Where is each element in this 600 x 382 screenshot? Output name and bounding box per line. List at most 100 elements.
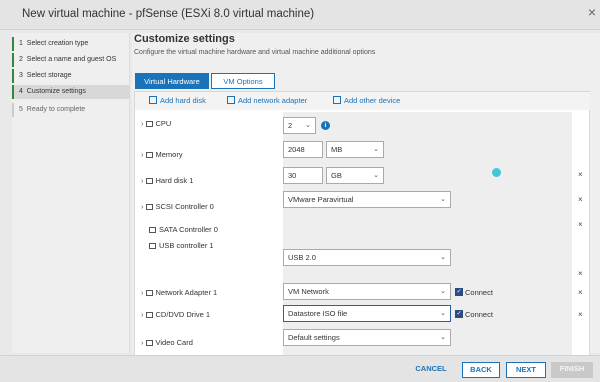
chevron-right-icon: › [141,202,144,211]
network-adapter-icon [227,96,235,104]
page-title: Customize settings [134,33,235,45]
step-label: Customize settings [26,88,86,95]
scsi-row-toggle[interactable]: › SCSI Controller 0 [141,202,214,211]
memory-unit-select[interactable]: MB ⌄ [326,141,384,158]
info-icon[interactable]: i [321,121,330,130]
step-number: 5 [19,106,23,113]
network-connect-checkbox[interactable]: ✓ [455,288,463,296]
monitor-icon [145,340,153,346]
chevron-right-icon: › [141,288,144,297]
step-select-storage[interactable]: 3 Select storage [12,69,130,83]
cpu-label: CPU [155,119,172,128]
cpu-row-toggle[interactable]: › CPU [141,119,171,128]
scsi-type-value: VMware Paravirtual [288,195,354,204]
remove-cddvd-button[interactable]: × [578,310,583,319]
network-connect-label: Connect [465,288,493,297]
step-label: Select a name and guest OS [26,56,117,63]
usb-icon [149,243,156,249]
step-customize-settings[interactable]: 4 Customize settings [12,85,130,99]
wizard-footer: CANCEL BACK NEXT FINISH [0,355,600,382]
scsi-type-select[interactable]: VMware Paravirtual ⌄ [283,191,451,208]
chevron-down-icon: ⌄ [305,122,311,129]
add-other-device-label: Add other device [344,96,401,105]
video-row-toggle[interactable]: › Video Card [141,338,193,347]
video-settings-value: Default settings [288,333,340,342]
sata-label: SATA Controller 0 [159,225,218,234]
cancel-button[interactable]: CANCEL [408,362,454,378]
network-select[interactable]: VM Network ⌄ [283,283,451,300]
title-bar: New virtual machine - pfSense (ESXi 8.0 … [0,0,600,30]
remove-usb-button[interactable]: × [578,269,583,278]
hardware-panel: Add hard disk Add network adapter Add ot… [134,91,590,357]
chevron-down-icon: ⌄ [440,196,446,203]
hard-disk-unit-value: GB [331,171,342,180]
back-button[interactable]: BACK [462,362,500,378]
memory-row-toggle[interactable]: › Memory [141,150,183,159]
device-icon [333,96,341,104]
hard-disk-icon [149,96,157,104]
cddvd-type-value: Datastore ISO file [288,309,348,318]
add-network-adapter-label: Add network adapter [238,96,308,105]
sata-row: SATA Controller 0 [149,225,218,234]
scsi-label: SCSI Controller 0 [155,202,214,211]
step-select-name-guest-os[interactable]: 2 Select a name and guest OS [12,53,130,67]
step-number: 2 [19,56,23,63]
memory-size-input[interactable]: 2048 [283,141,323,158]
tab-vm-options[interactable]: VM Options [211,73,275,89]
step-number: 1 [19,40,23,47]
add-network-adapter-button[interactable]: Add network adapter [227,96,307,105]
hard-disk-row-toggle[interactable]: › Hard disk 1 [141,176,193,185]
chevron-right-icon: › [141,338,144,347]
chevron-right-icon: › [141,176,144,185]
add-hard-disk-button[interactable]: Add hard disk [149,96,206,105]
chevron-down-icon: ⌄ [440,288,446,295]
hard-disk-label: Hard disk 1 [155,176,194,185]
add-hard-disk-label: Add hard disk [160,96,206,105]
step-label: Ready to complete [26,106,86,113]
remove-network-button[interactable]: × [578,288,583,297]
chevron-down-icon: ⌄ [373,172,379,179]
chevron-down-icon: ⌄ [440,310,446,317]
cddvd-connect-checkbox[interactable]: ✓ [455,310,463,318]
step-select-creation-type[interactable]: 1 Select creation type [12,37,130,51]
hard-disk-unit-select[interactable]: GB ⌄ [326,167,384,184]
hard-disk-size-input[interactable]: 30 [283,167,323,184]
memory-unit-value: MB [331,145,343,154]
cpu-icon [145,121,153,127]
tab-virtual-hardware[interactable]: Virtual Hardware [135,73,209,89]
remove-hard-disk-button[interactable]: × [578,170,583,179]
hardware-actions-bar: Add hard disk Add network adapter Add ot… [135,92,590,110]
chevron-right-icon: › [141,150,144,159]
controller-icon [149,227,156,233]
network-row-toggle[interactable]: › Network Adapter 1 [141,288,217,297]
step-number: 3 [19,72,23,79]
add-other-device-button[interactable]: Add other device [333,96,400,105]
memory-icon [145,152,153,158]
cddvd-type-select[interactable]: Datastore ISO file ⌄ [283,305,451,322]
window-close-button[interactable]: × [588,4,596,20]
usb-type-select[interactable]: USB 2.0 ⌄ [283,249,451,266]
page-subtitle: Configure the virtual machine hardware a… [134,49,376,56]
video-label: Video Card [155,338,193,347]
hard-disk-icon [145,178,153,184]
next-button[interactable]: NEXT [506,362,546,378]
network-label: Network Adapter 1 [155,288,218,297]
step-number: 4 [19,88,23,95]
finish-button[interactable]: FINISH [551,362,593,378]
step-ready-to-complete: 5 Ready to complete [12,103,130,117]
chevron-right-icon: › [141,310,144,319]
video-settings-select[interactable]: Default settings ⌄ [283,329,451,346]
memory-label: Memory [155,150,183,159]
remove-sata-button[interactable]: × [578,220,583,229]
chevron-down-icon: ⌄ [440,334,446,341]
main-content: Customize settings Configure the virtual… [132,33,600,357]
remove-scsi-button[interactable]: × [578,195,583,204]
step-label: Select storage [26,72,72,79]
usb-type-value: USB 2.0 [288,253,316,262]
cddvd-row-toggle[interactable]: › CD/DVD Drive 1 [141,310,210,319]
cddvd-label: CD/DVD Drive 1 [155,310,211,319]
step-label: Select creation type [26,40,89,47]
cpu-count-select[interactable]: 2 ⌄ [283,117,316,134]
controller-icon [145,204,153,210]
chevron-down-icon: ⌄ [440,254,446,261]
